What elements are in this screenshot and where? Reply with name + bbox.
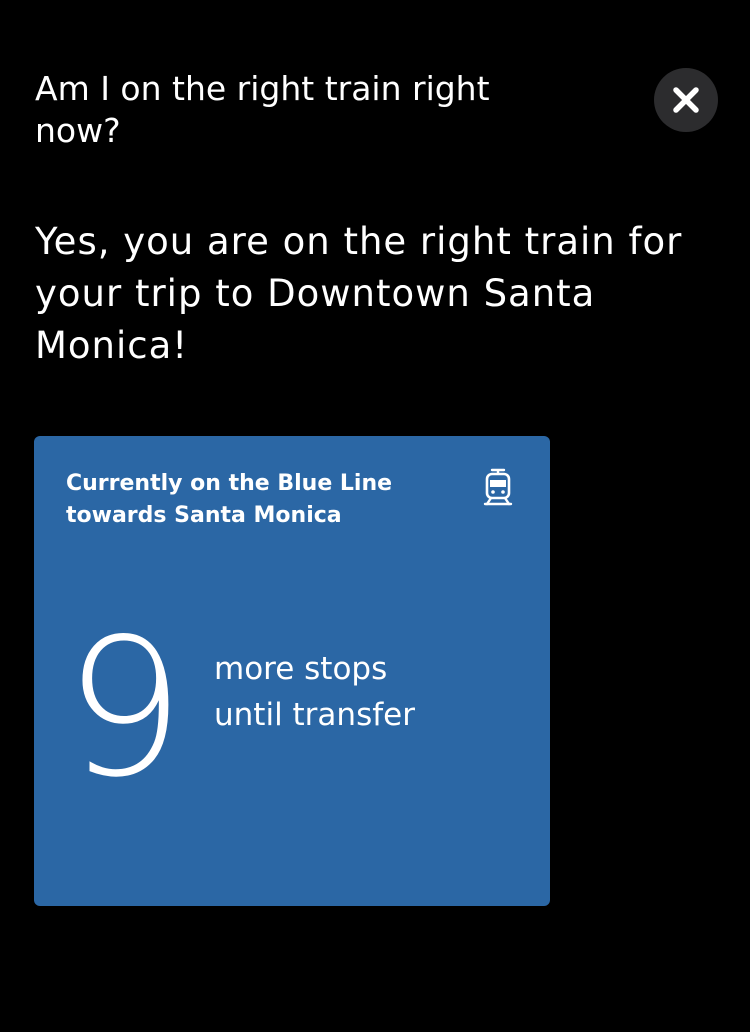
stops-description: more stops until transfer [214, 646, 514, 738]
stops-line-1: more stops [214, 651, 388, 687]
current-line-label: Currently on the Blue Line towards Santa… [66, 471, 393, 528]
train-icon [483, 468, 513, 506]
close-button[interactable] [654, 68, 718, 132]
stops-line-2: until transfer [214, 697, 415, 733]
trip-status-card: Currently on the Blue Line towards Santa… [34, 436, 550, 906]
close-icon [673, 87, 699, 113]
question-heading: Am I on the right train right now? [35, 69, 490, 150]
stops-count: 9 [64, 598, 185, 819]
answer-text: Yes, you are on the right train for your… [35, 220, 683, 367]
